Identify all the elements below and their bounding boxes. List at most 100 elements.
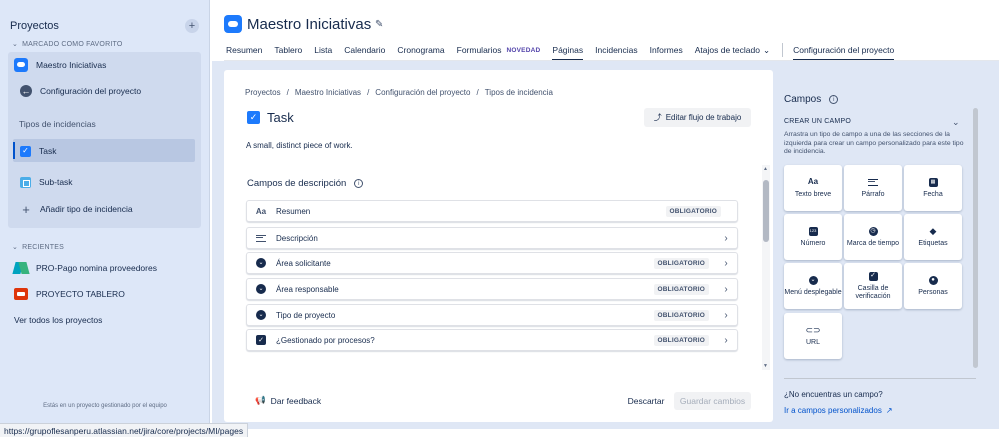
fields-panel-scrollbar[interactable] bbox=[973, 108, 978, 368]
sidebar-item-favorite-project[interactable]: Maestro Iniciativas bbox=[14, 55, 106, 75]
chevron-right-icon[interactable]: › bbox=[719, 310, 733, 321]
breadcrumb-issue-types[interactable]: Tipos de incidencia bbox=[485, 88, 553, 97]
tab-project-settings[interactable]: Configuración del proyecto bbox=[793, 42, 895, 61]
field-tile-checkbox[interactable]: ✓ Casilla de verificación bbox=[844, 263, 902, 309]
scroll-up-arrow-icon[interactable]: ▲ bbox=[763, 166, 768, 172]
tab-atajos[interactable]: Atajos de teclado ⌄ bbox=[695, 42, 770, 58]
nav-divider bbox=[782, 43, 784, 57]
tab-formularios[interactable]: Formularios NOVEDAD bbox=[457, 42, 541, 58]
sidebar-item-task[interactable]: ✓ Task bbox=[20, 141, 56, 161]
tab-informes[interactable]: Informes bbox=[650, 42, 683, 58]
sidebar-item-subtask[interactable]: Sub-task bbox=[20, 172, 73, 192]
dropdown-icon: ⌄ bbox=[808, 275, 818, 285]
tab-resumen[interactable]: Resumen bbox=[226, 42, 262, 58]
link-preview-status-bar: https://grupoflesanperu.atlassian.net/ji… bbox=[0, 423, 249, 437]
external-link-icon: ↗ bbox=[885, 406, 893, 415]
project-tablero-icon bbox=[14, 288, 28, 300]
missing-field-question: ¿No encuentras un campo? bbox=[784, 390, 883, 399]
field-tile-date[interactable]: ▦ Fecha bbox=[904, 165, 962, 211]
breadcrumb-settings[interactable]: Configuración del proyecto bbox=[375, 88, 470, 97]
discard-button[interactable]: Descartar bbox=[622, 392, 670, 410]
tag-icon: ◆ bbox=[929, 226, 937, 236]
field-row-tipo-proyecto[interactable]: ⌄ Tipo de proyecto OBLIGATORIO › bbox=[246, 304, 738, 326]
scroll-down-arrow-icon[interactable]: ▼ bbox=[763, 363, 768, 369]
task-check-icon: ✓ bbox=[247, 111, 260, 124]
issue-types-heading: Tipos de incidencias bbox=[19, 119, 96, 129]
checkbox-icon: ✓ bbox=[868, 271, 878, 281]
sidebar-header: Proyectos + bbox=[10, 18, 199, 34]
create-field-help: Arrastra un tipo de campo a una de las s… bbox=[784, 131, 964, 156]
breadcrumb-projects[interactable]: Proyectos bbox=[245, 88, 281, 97]
required-badge: OBLIGATORIO bbox=[653, 257, 709, 269]
sidebar: Proyectos + ⌄ MARCADO COMO FAVORITO Maes… bbox=[0, 0, 210, 437]
save-changes-button[interactable]: Guardar cambios bbox=[674, 392, 751, 410]
field-tile-paragraph[interactable]: Párrafo bbox=[844, 165, 902, 211]
page-title[interactable]: Task bbox=[267, 110, 294, 125]
field-tile-people[interactable]: ● Personas bbox=[904, 263, 962, 309]
project-pro-icon bbox=[14, 262, 28, 274]
tab-cronograma[interactable]: Cronograma bbox=[397, 42, 444, 58]
tab-tablero[interactable]: Tablero bbox=[274, 42, 302, 58]
sidebar-footer: Estás en un proyecto gestionado por el e… bbox=[43, 403, 167, 409]
create-field-heading: CREAR UN CAMPO bbox=[784, 118, 851, 125]
megaphone-icon: 📢 bbox=[255, 395, 266, 405]
back-to-project-settings[interactable]: ← Configuración del proyecto bbox=[20, 81, 141, 101]
field-tile-number[interactable]: 123 Número bbox=[784, 214, 842, 260]
breadcrumb-separator: / bbox=[476, 88, 479, 97]
breadcrumb-project[interactable]: Maestro Iniciativas bbox=[295, 88, 361, 97]
required-badge: OBLIGATORIO bbox=[665, 205, 721, 217]
description-fields-heading: Campos de descripción i bbox=[247, 178, 364, 189]
project-nav: Resumen Tablero Lista Calendario Cronogr… bbox=[226, 42, 906, 61]
tab-paginas[interactable]: Páginas bbox=[552, 42, 583, 61]
field-row-resumen[interactable]: Aa Resumen OBLIGATORIO bbox=[246, 200, 738, 222]
project-cloud-icon bbox=[224, 15, 242, 33]
info-icon[interactable]: i bbox=[354, 179, 364, 188]
field-row-area-responsable[interactable]: ⌄ Área responsable OBLIGATORIO › bbox=[246, 278, 738, 300]
project-cloud-icon bbox=[14, 58, 28, 72]
chevron-right-icon[interactable]: › bbox=[719, 258, 733, 269]
task-check-icon: ✓ bbox=[20, 145, 31, 157]
edit-workflow-button[interactable]: ⤴ Editar flujo de trabajo bbox=[644, 108, 751, 127]
field-tile-labels[interactable]: ◆ Etiquetas bbox=[904, 214, 962, 260]
chevron-right-icon[interactable]: › bbox=[719, 233, 733, 244]
chevron-down-icon: ⌄ bbox=[12, 244, 19, 251]
field-tile-short-text[interactable]: Aa Texto breve bbox=[784, 165, 842, 211]
sidebar-title: Proyectos bbox=[10, 20, 59, 32]
plus-icon: + bbox=[22, 201, 30, 217]
add-project-plus-icon[interactable]: + bbox=[185, 19, 199, 33]
required-badge: OBLIGATORIO bbox=[653, 334, 709, 346]
sidebar-item-recent-pro[interactable]: PRO-Pago nomina proveedores bbox=[14, 258, 157, 278]
pin-icon[interactable]: ✎ bbox=[375, 19, 383, 30]
feedback-button[interactable]: 📢 Dar feedback bbox=[255, 395, 321, 406]
field-row-descripcion[interactable]: Descripción › bbox=[246, 227, 738, 249]
recent-section-label[interactable]: ⌄ RECIENTES bbox=[12, 243, 64, 252]
field-row-area-solicitante[interactable]: ⌄ Área solicitante OBLIGATORIO › bbox=[246, 252, 738, 274]
add-issue-type-button[interactable]: + Añadir tipo de incidencia bbox=[20, 199, 132, 219]
text-aa-icon: Aa bbox=[807, 177, 819, 186]
dropdown-icon: ⌄ bbox=[255, 258, 267, 268]
field-tile-dropdown[interactable]: ⌄ Menú desplegable bbox=[784, 263, 842, 309]
chevron-right-icon[interactable]: › bbox=[719, 335, 733, 346]
field-tile-url[interactable]: ⊂⊃ URL bbox=[784, 313, 842, 359]
chevron-down-icon[interactable]: ⌄ bbox=[952, 117, 960, 128]
tab-incidencias[interactable]: Incidencias bbox=[595, 42, 638, 58]
chevron-right-icon[interactable]: › bbox=[719, 284, 733, 295]
issue-type-description[interactable]: A small, distinct piece of work. bbox=[246, 141, 353, 150]
tab-calendario[interactable]: Calendario bbox=[344, 42, 385, 58]
workflow-icon: ⤴ bbox=[653, 113, 662, 122]
custom-fields-link[interactable]: Ir a campos personalizados ↗ bbox=[784, 406, 893, 415]
dropdown-icon: ⌄ bbox=[255, 284, 267, 294]
tab-lista[interactable]: Lista bbox=[314, 42, 332, 58]
fields-panel-title: Campos i bbox=[784, 94, 839, 105]
calendar-icon: ▦ bbox=[928, 177, 938, 187]
field-row-gestionado-procesos[interactable]: ✓ ¿Gestionado por procesos? OBLIGATORIO … bbox=[246, 329, 738, 351]
sidebar-item-recent-tablero[interactable]: PROYECTO TABLERO bbox=[14, 284, 125, 304]
favorites-section-label[interactable]: ⌄ MARCADO COMO FAVORITO bbox=[12, 40, 122, 49]
view-all-projects-link[interactable]: Ver todos los proyectos bbox=[14, 310, 102, 330]
fields-scrollbar-thumb[interactable] bbox=[763, 180, 769, 242]
info-icon[interactable]: i bbox=[829, 95, 839, 104]
subtask-icon bbox=[20, 176, 31, 188]
clock-icon: ◷ bbox=[868, 226, 878, 236]
field-tile-timestamp[interactable]: ◷ Marca de tiempo bbox=[844, 214, 902, 260]
new-badge: NOVEDAD bbox=[506, 46, 541, 54]
